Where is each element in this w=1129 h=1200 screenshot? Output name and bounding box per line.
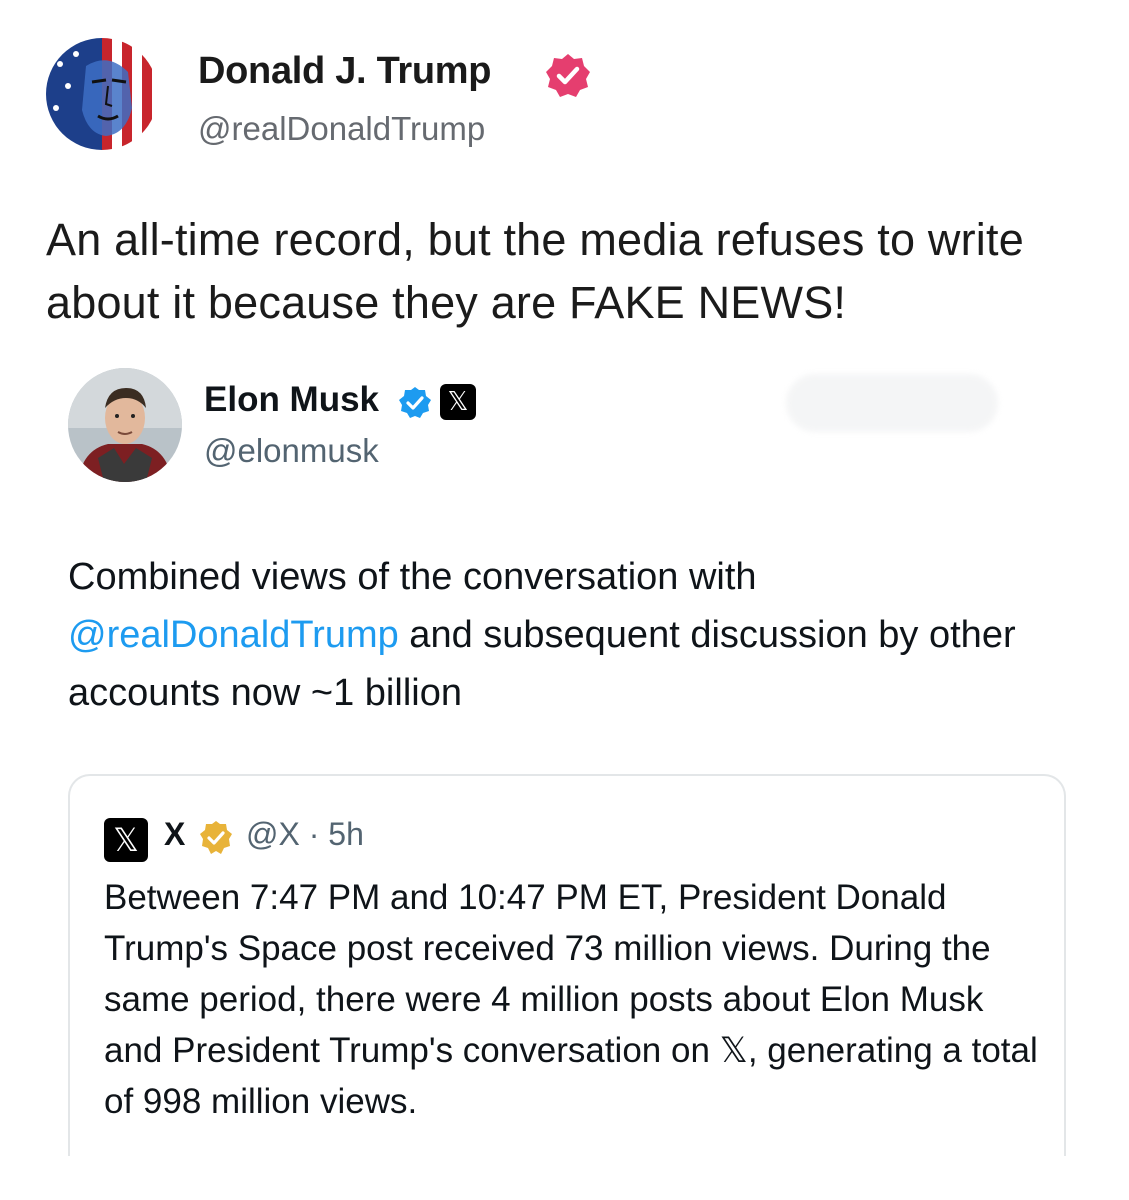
author-name[interactable]: Donald J. Trump: [198, 50, 492, 93]
musk-avatar-image: [68, 368, 182, 482]
quoted-handle-time: @X · 5h: [246, 816, 364, 852]
musk-avatar: [68, 368, 182, 482]
musk-name: Elon Musk: [204, 380, 380, 419]
musk-tweet-text: Combined views of the conversation with …: [68, 548, 1068, 722]
blue-verified-badge-icon: [399, 387, 431, 418]
mention-link[interactable]: @realDonaldTrump: [68, 614, 399, 656]
post-text: An all-time record, but the media refuse…: [46, 214, 1024, 328]
quoted-author-name: X: [164, 816, 186, 852]
x-logo-icon: 𝕏: [104, 818, 148, 862]
x-affiliate-badge-icon: 𝕏: [440, 384, 476, 420]
musk-handle: @elonmusk: [204, 432, 379, 469]
quoted-tweet-text: Between 7:47 PM and 10:47 PM ET, Preside…: [104, 878, 1038, 1121]
trump-post: Donald J. Trump @realDonaldTrump An all-…: [0, 0, 1129, 1200]
trump-avatar-image: [46, 38, 158, 150]
gold-verified-badge-icon: [200, 821, 232, 854]
blurred-follow-button: [786, 374, 998, 432]
author-handle[interactable]: @realDonaldTrump: [198, 110, 485, 148]
embedded-tweet-screenshot[interactable]: Elon Musk 𝕏 @elonmusk Combined views of …: [0, 360, 1129, 1200]
musk-text-part1: Combined views of the conversation with: [68, 556, 757, 598]
verified-badge-icon: [546, 54, 590, 97]
quoted-tweet-card[interactable]: 𝕏 X @X · 5h Between 7:47 PM and 10:47 PM…: [68, 774, 1066, 1156]
trump-avatar[interactable]: [46, 38, 158, 150]
